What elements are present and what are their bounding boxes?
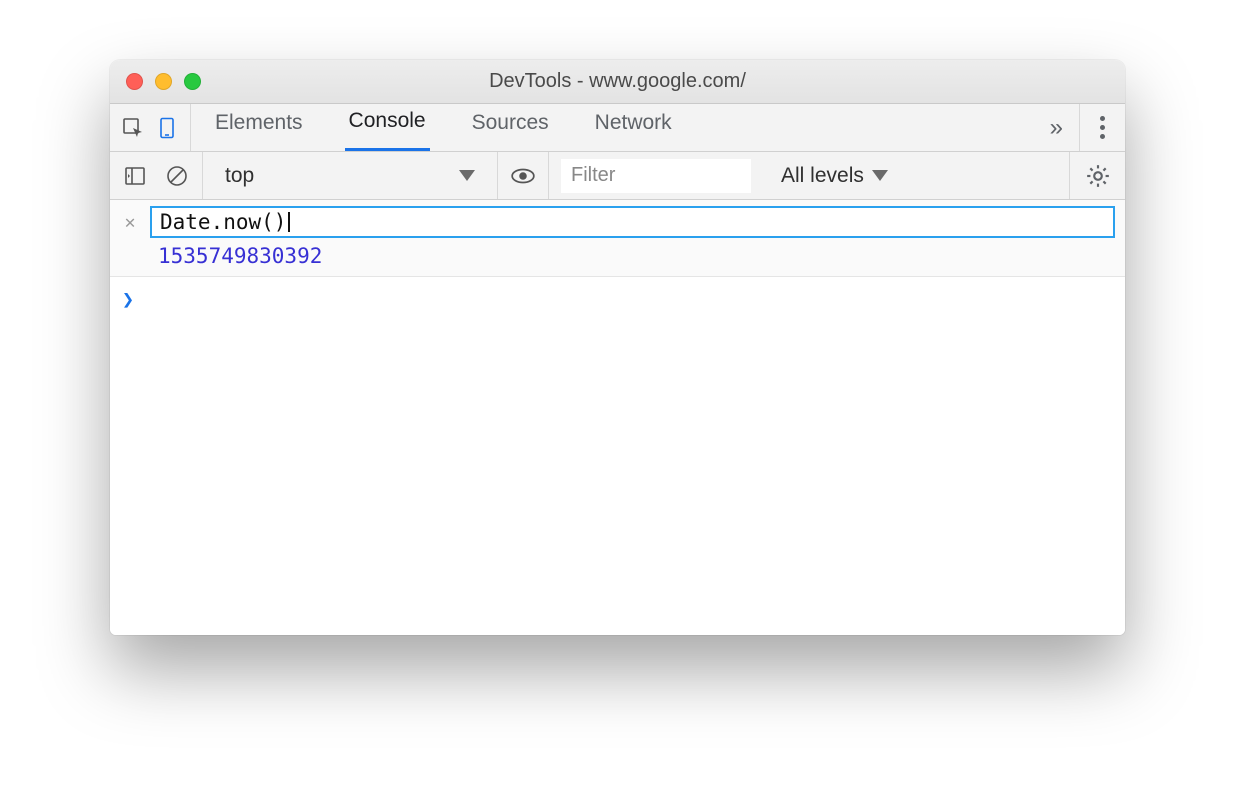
prompt-chevron-icon: ❯ xyxy=(122,287,134,311)
minimize-window-button[interactable] xyxy=(155,73,172,90)
kebab-icon xyxy=(1100,116,1105,139)
log-levels-label: All levels xyxy=(781,164,864,188)
console-output: ✕ Date.now() 1535749830392 ❯ xyxy=(110,200,1125,635)
tab-console[interactable]: Console xyxy=(345,104,430,151)
tab-elements[interactable]: Elements xyxy=(211,104,307,151)
gear-icon xyxy=(1085,163,1111,189)
chevron-down-icon xyxy=(459,170,475,181)
execution-context-selector[interactable]: top xyxy=(215,164,485,188)
close-window-button[interactable] xyxy=(126,73,143,90)
main-toolbar: Elements Console Sources Network » xyxy=(110,104,1125,152)
toggle-console-sidebar-icon[interactable] xyxy=(122,163,148,189)
overflow-tabs-button[interactable]: » xyxy=(1034,104,1079,151)
console-settings-button[interactable] xyxy=(1069,152,1125,199)
clear-console-icon[interactable] xyxy=(164,163,190,189)
tab-network[interactable]: Network xyxy=(591,104,676,151)
close-icon[interactable]: ✕ xyxy=(120,212,140,233)
more-options-button[interactable] xyxy=(1079,104,1125,151)
log-levels-selector[interactable]: All levels xyxy=(767,164,894,188)
window-title: DevTools - www.google.com/ xyxy=(110,70,1125,93)
zoom-window-button[interactable] xyxy=(184,73,201,90)
text-caret xyxy=(288,212,290,232)
eager-evaluation-result: 1535749830392 xyxy=(110,242,1125,276)
inspect-element-icon[interactable] xyxy=(120,115,146,141)
live-expression-icon[interactable] xyxy=(510,163,536,189)
eager-evaluation-block: ✕ Date.now() 1535749830392 xyxy=(110,200,1125,277)
titlebar: DevTools - www.google.com/ xyxy=(110,60,1125,104)
execution-context-label: top xyxy=(225,164,254,188)
console-input-text: Date.now() xyxy=(160,210,286,234)
filter-input[interactable] xyxy=(561,159,751,193)
console-toolbar: top All levels xyxy=(110,152,1125,200)
device-toolbar-icon[interactable] xyxy=(154,115,180,141)
panel-tabs: Elements Console Sources Network xyxy=(191,104,1034,151)
console-prompt[interactable]: ❯ xyxy=(110,277,1125,321)
traffic-lights xyxy=(110,73,201,90)
chevron-down-icon xyxy=(872,170,888,181)
tab-sources[interactable]: Sources xyxy=(468,104,553,151)
console-input[interactable]: Date.now() xyxy=(150,206,1115,238)
devtools-window: DevTools - www.google.com/ Elements Cons… xyxy=(110,60,1125,635)
